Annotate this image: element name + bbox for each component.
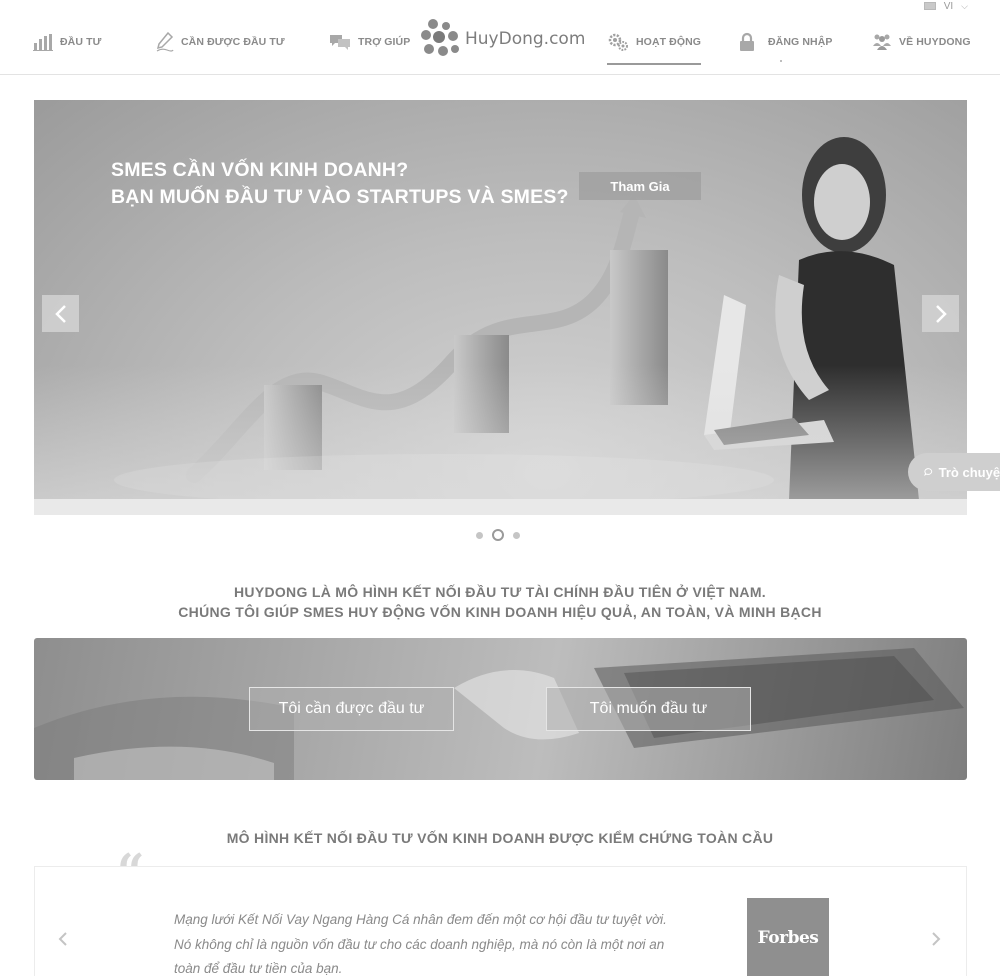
chat-label: Trò chuyện <box>938 464 1000 480</box>
hero-title-line2: BẠN MUỐN ĐẦU TƯ VÀO STARTUPS VÀ SMES? <box>111 186 569 208</box>
band-background-image <box>34 648 964 780</box>
testimonial-prev-button[interactable] <box>58 931 68 952</box>
divider-dot <box>780 60 782 62</box>
flag-icon <box>923 2 936 10</box>
people-icon <box>873 34 891 50</box>
chevron-right-icon <box>932 932 941 946</box>
chevron-down-icon: ⌵ <box>961 0 968 11</box>
nav-need-investment[interactable]: CẦN ĐƯỢC ĐẦU TƯ <box>156 31 285 53</box>
slider-dot-3[interactable] <box>513 531 520 539</box>
chevron-left-icon <box>54 304 66 323</box>
gears-icon <box>608 33 628 51</box>
mission-statement: HUYDONG LÀ MÔ HÌNH KẾT NỐI ĐẦU TƯ TÀI CH… <box>0 582 1000 622</box>
logo-mark-icon <box>421 19 459 56</box>
chevron-right-icon <box>935 304 947 323</box>
logo-text: HuyDong.com <box>465 29 586 49</box>
quote-line1: Mạng lưới Kết Nối Vay Ngang Hàng Cá nhân… <box>174 912 667 927</box>
nav-login-label: ĐĂNG NHẬP <box>768 36 833 48</box>
join-button[interactable]: Tham Gia <box>579 172 701 200</box>
hero-title-line1: SMES CẦN VỐN KINH DOANH? <box>111 159 409 181</box>
nav-invest-label: ĐẦU TƯ <box>60 36 102 48</box>
slider-prev-button[interactable] <box>42 295 79 332</box>
site-logo[interactable]: HuyDong.com <box>420 18 585 60</box>
forbes-logo: Forbes <box>747 898 829 976</box>
testimonial-section-title: MÔ HÌNH KẾT NỐI ĐẦU TƯ VỐN KINH DOANH ĐƯ… <box>226 830 774 846</box>
bar-chart-icon <box>33 34 53 51</box>
slider-pagination <box>476 529 520 541</box>
nav-need-investment-label: CẦN ĐƯỢC ĐẦU TƯ <box>181 36 285 48</box>
nav-activity[interactable]: HOẠT ĐỘNG <box>607 31 702 65</box>
lock-icon <box>740 32 754 51</box>
pen-icon <box>156 32 174 52</box>
speech-bubble-icon <box>924 468 933 476</box>
chevron-left-icon <box>58 932 67 946</box>
quote-line2: Nó không chỉ là nguồn vốn đầu tư cho các… <box>174 936 665 952</box>
nav-login[interactable]: ĐĂNG NHẬP <box>739 31 833 53</box>
chat-tab[interactable]: Trò chuyện <box>908 453 1000 491</box>
nav-help[interactable]: TRỢ GIÚP <box>329 31 410 53</box>
hero-title: SMES CẦN VỐN KINH DOANH? BẠN MUỐN ĐẦU TƯ… <box>111 157 569 211</box>
language-selector[interactable]: VI ⌵ <box>923 0 968 13</box>
slider-next-button[interactable] <box>922 295 959 332</box>
nav-invest[interactable]: ĐẦU TƯ <box>33 31 101 53</box>
quote-mark-icon: “ <box>117 844 145 900</box>
slider-dot-2[interactable] <box>492 529 504 541</box>
want-invest-button[interactable]: Tôi muốn đầu tư <box>546 687 751 731</box>
mission-line1: HUYDONG LÀ MÔ HÌNH KẾT NỐI ĐẦU TƯ TÀI CH… <box>234 584 766 600</box>
nav-activity-label: HOẠT ĐỘNG <box>636 36 702 48</box>
testimonial-next-button[interactable] <box>931 931 941 952</box>
chat-bubbles-icon <box>330 35 350 50</box>
cta-band: Tôi cần được đầu tư Tôi muốn đầu tư <box>34 638 967 780</box>
nav-help-label: TRỢ GIÚP <box>358 36 411 48</box>
hero-floor-shade <box>34 365 967 515</box>
hero-bottom-strip <box>34 499 967 515</box>
hero-slider: SMES CẦN VỐN KINH DOANH? BẠN MUỐN ĐẦU TƯ… <box>34 100 967 515</box>
quote-line3: toàn để đầu tư tiền của bạn. <box>174 961 343 976</box>
nav-about[interactable]: VỀ HUYDONG <box>872 31 971 53</box>
language-label: VI <box>943 0 954 12</box>
site-header: VI ⌵ ĐẦU TƯ CẦN ĐƯỢC ĐẦU TƯ TRỢ GIÚP Huy… <box>0 0 1000 75</box>
testimonial-quote: Mạng lưới Kết Nối Vay Ngang Hàng Cá nhân… <box>174 908 694 976</box>
need-investment-button[interactable]: Tôi cần được đầu tư <box>249 687 454 731</box>
nav-about-label: VỀ HUYDONG <box>899 36 971 48</box>
slider-dot-1[interactable] <box>476 531 483 539</box>
mission-line2: CHÚNG TÔI GIÚP SMES HUY ĐỘNG VỐN KINH DO… <box>178 604 822 620</box>
